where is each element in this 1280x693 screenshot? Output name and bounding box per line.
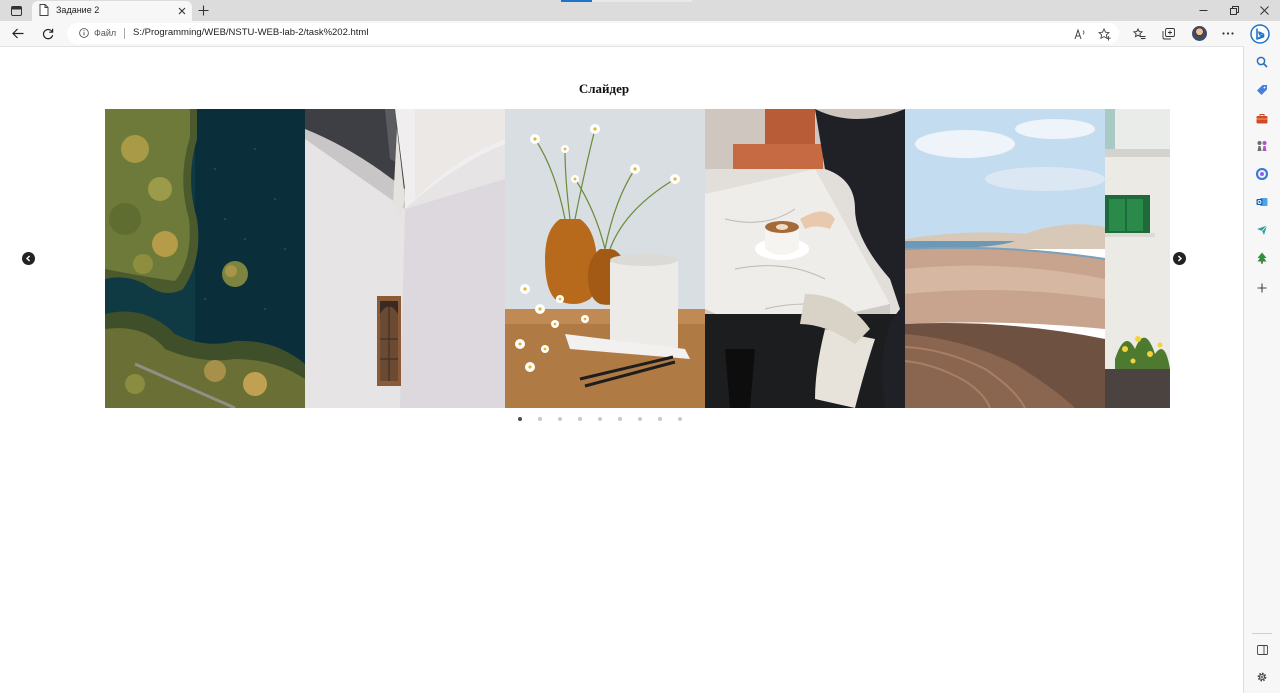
prev-slide-button[interactable] bbox=[22, 252, 35, 265]
search-icon bbox=[1256, 56, 1268, 68]
slide-image[interactable] bbox=[905, 109, 1105, 408]
desert-dunes-lagoon-image bbox=[905, 109, 1105, 408]
refresh-icon bbox=[42, 28, 54, 39]
add-favorite-button[interactable] bbox=[1097, 27, 1111, 41]
slide-image[interactable] bbox=[105, 109, 305, 408]
gear-icon bbox=[1257, 672, 1267, 682]
bing-icon bbox=[1250, 24, 1270, 44]
pagination-dot[interactable] bbox=[638, 417, 642, 421]
browser-toolbar: Файл S:/Programming/WEB/NSTU-WEB-lab-2/t… bbox=[0, 21, 1280, 47]
info-icon bbox=[79, 28, 89, 38]
new-tab-button[interactable] bbox=[195, 2, 211, 18]
site-info-label: Файл bbox=[94, 28, 117, 38]
star-add-icon bbox=[1097, 27, 1111, 40]
sidebar-divider bbox=[1252, 633, 1272, 634]
sidebar-games-button[interactable] bbox=[1255, 139, 1269, 153]
sidebar-outlook-button[interactable] bbox=[1255, 195, 1269, 209]
close-icon bbox=[1259, 5, 1269, 15]
address-bar[interactable]: Файл S:/Programming/WEB/NSTU-WEB-lab-2/t… bbox=[67, 23, 1119, 44]
slide-image[interactable] bbox=[305, 109, 505, 408]
chevron-right-icon bbox=[1177, 255, 1183, 262]
sidebar-tree-button[interactable] bbox=[1255, 251, 1269, 265]
white-wall-window-image bbox=[305, 109, 505, 408]
page-icon bbox=[39, 4, 49, 16]
sidebar-drop-button[interactable] bbox=[1255, 223, 1269, 237]
read-aloud-icon bbox=[1074, 28, 1085, 39]
favorites-icon bbox=[1132, 27, 1145, 39]
slider-pagination bbox=[518, 415, 682, 423]
sidebar-tools-button[interactable] bbox=[1255, 111, 1269, 125]
edge-sidebar bbox=[1243, 46, 1280, 693]
more-icon bbox=[1222, 32, 1234, 35]
minimize-button[interactable] bbox=[1188, 1, 1218, 19]
url-text[interactable]: S:/Programming/WEB/NSTU-WEB-lab-2/task%2… bbox=[133, 27, 368, 38]
office-icon bbox=[1256, 168, 1268, 180]
page-title: Слайдер bbox=[578, 81, 630, 96]
white-house-green-window-image bbox=[1105, 109, 1170, 408]
address-separator bbox=[124, 28, 125, 39]
refresh-button[interactable] bbox=[38, 24, 58, 43]
collections-button[interactable] bbox=[1158, 24, 1178, 43]
restore-icon bbox=[1229, 5, 1239, 15]
sidebar-shopping-button[interactable] bbox=[1255, 83, 1269, 97]
copilot-button[interactable] bbox=[1250, 24, 1270, 44]
sidebar-m365-button[interactable] bbox=[1255, 167, 1269, 181]
pagination-dot[interactable] bbox=[518, 417, 522, 421]
chess-piece-icon bbox=[1257, 141, 1267, 151]
tab-title: Задание 2 bbox=[56, 5, 100, 15]
pagination-dot[interactable] bbox=[658, 417, 662, 421]
slide-image[interactable] bbox=[505, 109, 705, 408]
tab-close-button[interactable] bbox=[175, 4, 188, 17]
favorites-button[interactable] bbox=[1129, 24, 1149, 43]
pagination-dot[interactable] bbox=[618, 417, 622, 421]
browser-tab[interactable]: Задание 2 bbox=[32, 1, 192, 21]
chevron-left-icon bbox=[25, 255, 31, 262]
read-aloud-button[interactable] bbox=[1073, 27, 1087, 41]
outlook-icon bbox=[1256, 198, 1268, 206]
collections-icon bbox=[1162, 27, 1175, 39]
sidebar-settings-button[interactable] bbox=[1255, 670, 1269, 684]
tree-icon bbox=[1257, 252, 1267, 264]
slide-image[interactable] bbox=[1105, 109, 1170, 408]
next-slide-button[interactable] bbox=[1173, 252, 1186, 265]
web-page: Слайдер bbox=[0, 47, 1242, 693]
pagination-dot[interactable] bbox=[678, 417, 682, 421]
paper-plane-icon bbox=[1257, 225, 1268, 235]
titlebar-accent bbox=[561, 0, 592, 2]
settings-more-button[interactable] bbox=[1218, 24, 1238, 43]
pagination-dot[interactable] bbox=[578, 417, 582, 421]
sidebar-search-button[interactable] bbox=[1255, 55, 1269, 69]
plus-icon bbox=[1257, 283, 1267, 293]
sidebar-hide-button[interactable] bbox=[1255, 643, 1269, 657]
profile-avatar[interactable] bbox=[1192, 26, 1207, 41]
restore-button[interactable] bbox=[1219, 1, 1249, 19]
chamomile-vases-candle-image bbox=[505, 109, 705, 408]
sidebar-add-button[interactable] bbox=[1255, 281, 1269, 295]
image-slider bbox=[105, 109, 1170, 408]
pagination-dot[interactable] bbox=[598, 417, 602, 421]
aerial-lake-forest-image bbox=[105, 109, 305, 408]
minimize-icon bbox=[1199, 9, 1207, 11]
panel-icon bbox=[1256, 645, 1268, 655]
pagination-dot[interactable] bbox=[558, 417, 562, 421]
title-bar: Задание 2 bbox=[0, 0, 1280, 21]
slide-image[interactable] bbox=[705, 109, 905, 408]
coffee-marble-table-image bbox=[705, 109, 905, 408]
close-window-button[interactable] bbox=[1249, 1, 1279, 19]
close-icon bbox=[178, 7, 185, 14]
back-button[interactable] bbox=[8, 24, 28, 43]
plus-icon bbox=[198, 5, 208, 15]
tab-actions-icon bbox=[10, 5, 22, 16]
arrow-left-icon bbox=[12, 28, 24, 39]
tab-actions-button[interactable] bbox=[4, 2, 28, 19]
briefcase-icon bbox=[1256, 113, 1268, 123]
titlebar-accent-track bbox=[592, 0, 692, 2]
tag-icon bbox=[1257, 85, 1267, 95]
pagination-dot[interactable] bbox=[538, 417, 542, 421]
